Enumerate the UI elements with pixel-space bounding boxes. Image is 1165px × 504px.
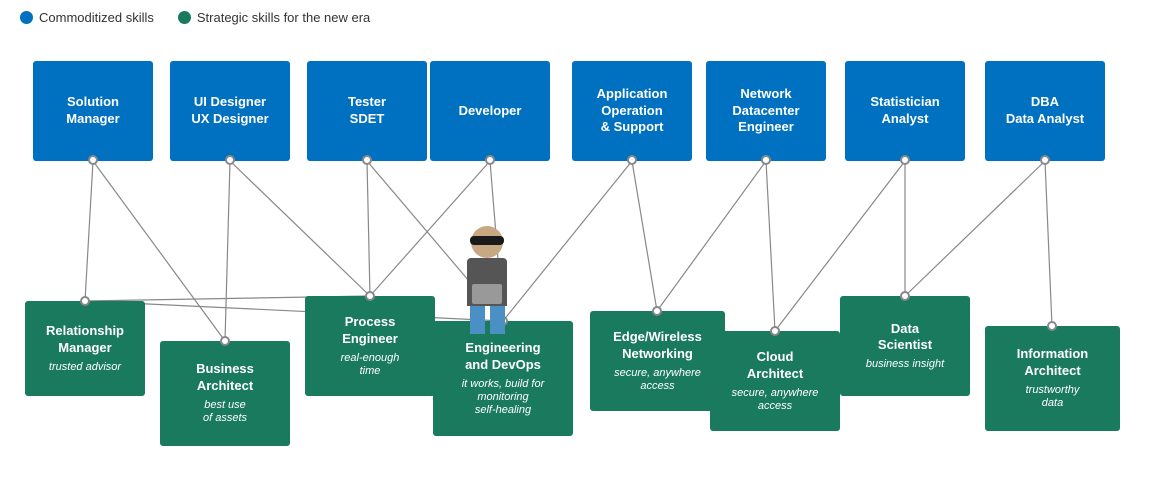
bottom-box-edge-networking: Edge/WirelessNetworking secure, anywherea… [590,311,725,411]
person-right-leg [490,306,505,334]
person-figure [467,226,507,334]
subtitle-cloud-architect: secure, anywhereaccess [732,387,819,413]
subtitle-info-architect: trustworthydata [1026,384,1080,410]
dot-bottom-biz-architect [220,336,230,346]
label-biz-architect: BusinessArchitect [196,361,254,395]
label-rel-manager: RelationshipManager [46,323,124,357]
top-box-tester: TesterSDET [307,61,427,161]
dot-top-solution-manager [88,155,98,165]
legend-commoditized: Commoditized skills [20,10,154,25]
bottom-box-process-eng: ProcessEngineer real-enoughtime [305,296,435,396]
subtitle-biz-architect: best useof assets [203,399,247,425]
top-box-ui-designer: UI DesignerUX Designer [170,61,290,161]
label-eng-devops: Engineeringand DevOps [465,340,541,374]
subtitle-eng-devops: it works, build formonitoringself-healin… [462,378,545,418]
person-head [471,226,503,258]
person-glasses [470,236,504,245]
label-data-scientist: DataScientist [878,321,932,355]
top-box-dba: DBAData Analyst [985,61,1105,161]
person-left-leg [470,306,485,334]
legend-strategic: Strategic skills for the new era [178,10,370,25]
dot-top-tester [362,155,372,165]
subtitle-process-eng: real-enoughtime [341,352,400,378]
person-legs [470,306,505,334]
bottom-box-eng-devops: Engineeringand DevOps it works, build for… [433,321,573,436]
top-box-app-ops: ApplicationOperation& Support [572,61,692,161]
person-body [467,258,507,306]
dot-top-developer [485,155,495,165]
top-box-developer: Developer [430,61,550,161]
top-box-solution-manager: SolutionManager [33,61,153,161]
bottom-box-rel-manager: RelationshipManager trusted advisor [25,301,145,396]
commoditized-label: Commoditized skills [39,10,154,25]
dot-top-app-ops [627,155,637,165]
diagram: SolutionManagerUI DesignerUX DesignerTes… [0,31,1165,491]
legend: Commoditized skills Strategic skills for… [0,0,1165,31]
dot-top-ui-designer [225,155,235,165]
label-edge-networking: Edge/WirelessNetworking [613,329,702,363]
dot-bottom-edge-networking [652,306,662,316]
strategic-label: Strategic skills for the new era [197,10,370,25]
dot-top-statistician [900,155,910,165]
dot-bottom-cloud-architect [770,326,780,336]
bottom-box-biz-architect: BusinessArchitect best useof assets [160,341,290,446]
top-box-network-eng: NetworkDatacenterEngineer [706,61,826,161]
dot-bottom-rel-manager [80,296,90,306]
label-cloud-architect: CloudArchitect [747,349,803,383]
bottom-box-cloud-architect: CloudArchitect secure, anywhereaccess [710,331,840,431]
subtitle-edge-networking: secure, anywhereaccess [614,367,701,393]
subtitle-data-scientist: business insight [866,358,944,371]
dot-top-dba [1040,155,1050,165]
dot-top-network-eng [761,155,771,165]
strategic-dot [178,11,191,24]
dot-bottom-info-architect [1047,321,1057,331]
dot-bottom-data-scientist [900,291,910,301]
bottom-box-data-scientist: DataScientist business insight [840,296,970,396]
bottom-box-info-architect: InformationArchitect trustworthydata [985,326,1120,431]
dot-bottom-process-eng [365,291,375,301]
commoditized-dot [20,11,33,24]
person-laptop [472,284,502,304]
subtitle-rel-manager: trusted advisor [49,361,121,374]
label-process-eng: ProcessEngineer [342,314,398,348]
label-info-architect: InformationArchitect [1017,346,1089,380]
top-box-statistician: StatisticianAnalyst [845,61,965,161]
